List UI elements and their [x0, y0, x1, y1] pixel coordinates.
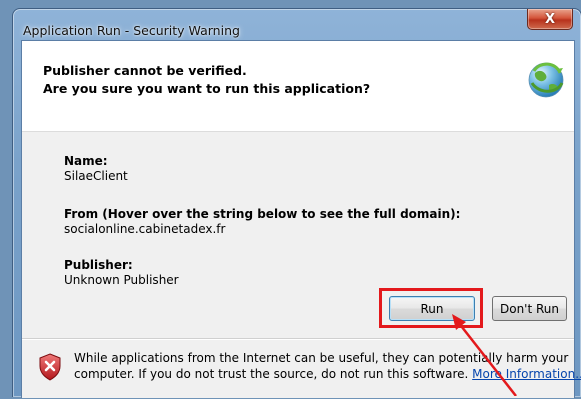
- header-line-1: Publisher cannot be verified.: [43, 63, 247, 78]
- warning-text-prefix: computer. If you do not trust the source…: [74, 367, 469, 381]
- publisher-label: Publisher:: [64, 258, 133, 272]
- window-title: Application Run - Security Warning: [23, 23, 240, 38]
- run-button[interactable]: Run: [389, 296, 475, 321]
- dont-run-button[interactable]: Don't Run: [492, 296, 567, 321]
- warning-footer: While applications from the Internet can…: [22, 338, 581, 399]
- dialog-content: Publisher cannot be verified. Are you su…: [21, 40, 581, 399]
- close-button[interactable]: X: [527, 9, 573, 30]
- close-icon: X: [544, 11, 556, 27]
- dialog-window: Application Run - Security Warning X Pub…: [12, 8, 581, 399]
- from-label: From (Hover over the string below to see…: [64, 207, 461, 221]
- from-value[interactable]: socialonline.cabinetadex.fr: [64, 222, 225, 236]
- more-information-link[interactable]: More Information...: [472, 367, 581, 381]
- header-panel: Publisher cannot be verified. Are you su…: [22, 41, 574, 132]
- name-label: Name:: [64, 154, 108, 168]
- warning-text-line-2: computer. If you do not trust the source…: [74, 367, 581, 381]
- globe-icon: [528, 62, 564, 98]
- publisher-value: Unknown Publisher: [64, 273, 179, 287]
- warning-text-line-1: While applications from the Internet can…: [74, 351, 569, 365]
- title-bar[interactable]: Application Run - Security Warning X: [13, 9, 581, 41]
- shield-warning-icon: [39, 353, 61, 381]
- header-line-2: Are you sure you want to run this applic…: [43, 81, 371, 96]
- name-value: SilaeClient: [64, 169, 128, 183]
